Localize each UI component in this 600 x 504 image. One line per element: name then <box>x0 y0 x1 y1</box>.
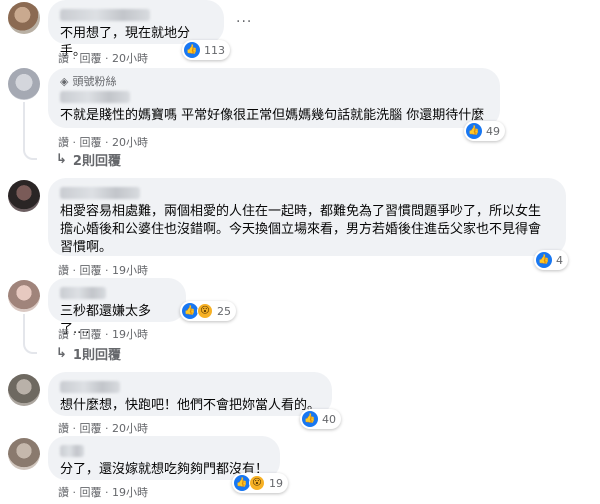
diamond-icon: ◈ <box>60 75 69 88</box>
wow-icon: 😮 <box>197 303 213 319</box>
commenter-name-redacted[interactable] <box>60 187 140 199</box>
reply-arrow-icon: ↳ <box>56 346 67 361</box>
avatar[interactable] <box>8 374 40 406</box>
comment-bubble: 想什麼想，快跑吧！他們不會把妳當人看的。 <box>48 372 332 416</box>
reaction-count-value: 19 <box>269 476 283 490</box>
avatar[interactable] <box>8 438 40 470</box>
like-icon: 👍 <box>184 42 200 58</box>
comment-bubble: ◈ 頭號粉絲 不就是賤性的媽寶嗎 平常好像很正常但媽媽幾句話就能洗腦 你還期待什… <box>48 68 500 128</box>
commenter-name-redacted[interactable] <box>60 91 130 103</box>
comment-text-line: 相愛容易相處難，兩個相愛的人住在一起時，都難免為了習慣問題爭吵了，所以女生 <box>60 204 542 219</box>
comment-text: 不就是賤性的媽寶嗎 平常好像很正常但媽媽幾句話就能洗腦 你還期待什麼 <box>60 108 485 123</box>
comment-bubble: 三秒都還嫌太多了.... <box>48 278 186 337</box>
avatar[interactable] <box>8 280 40 312</box>
more-options-icon[interactable]: ··· <box>236 14 252 30</box>
reaction-count-value: 49 <box>486 124 500 138</box>
reaction-count-value: 25 <box>217 304 231 318</box>
thread-line <box>23 102 37 160</box>
view-replies-link[interactable]: ↳ 1則回覆 <box>56 344 121 363</box>
like-icon: 👍 <box>536 252 552 268</box>
reaction-count[interactable]: 👍 😮 19 <box>232 473 288 493</box>
reaction-count[interactable]: 👍 49 <box>464 121 505 141</box>
comment-actions[interactable]: 讚 · 回覆 · 20小時 <box>58 50 148 66</box>
reply-arrow-icon: ↳ <box>56 152 67 167</box>
thread-line <box>23 314 37 354</box>
view-replies-link[interactable]: ↳ 2則回覆 <box>56 150 121 169</box>
comment-bubble: 不用想了，現在就地分手。 <box>48 0 224 59</box>
reaction-count-value: 4 <box>556 253 563 267</box>
comment-text-line: 習慣啊。 <box>60 240 113 255</box>
commenter-name-redacted[interactable] <box>60 381 120 393</box>
reaction-count-value: 40 <box>322 412 336 426</box>
comment-actions[interactable]: 讚 · 回覆 · 19小時 <box>58 484 148 500</box>
replies-label: 1則回覆 <box>72 348 121 363</box>
avatar[interactable] <box>8 180 40 212</box>
reaction-count-value: 113 <box>204 43 225 57</box>
reaction-count[interactable]: 👍 113 <box>182 40 230 60</box>
reaction-count[interactable]: 👍 😮 25 <box>180 301 236 321</box>
wow-icon: 😮 <box>249 475 265 491</box>
comment-actions[interactable]: 讚 · 回覆 · 20小時 <box>58 134 148 150</box>
comment-bubble: 相愛容易相處難，兩個相愛的人住在一起時，都難免為了習慣問題爭吵了，所以女生 擔心… <box>48 178 566 256</box>
comment-text: 想什麼想，快跑吧！他們不會把妳當人看的。 <box>60 398 321 413</box>
badge-label: 頭號粉絲 <box>72 75 117 88</box>
comment-actions[interactable]: 讚 · 回覆 · 19小時 <box>58 262 148 278</box>
commenter-name-redacted[interactable] <box>60 9 150 21</box>
avatar[interactable] <box>8 2 40 34</box>
like-icon: 👍 <box>302 411 318 427</box>
avatar[interactable] <box>8 68 40 100</box>
comment-actions[interactable]: 讚 · 回覆 · 20小時 <box>58 420 148 436</box>
comment-actions[interactable]: 讚 · 回覆 · 19小時 <box>58 326 148 342</box>
commenter-name-redacted[interactable] <box>60 445 84 457</box>
replies-label: 2則回覆 <box>72 154 121 169</box>
reaction-count[interactable]: 👍 40 <box>300 409 341 429</box>
reaction-count[interactable]: 👍 4 <box>534 250 568 270</box>
comment-text-line: 擔心婚後和公婆住也沒錯啊。今天換個立場來看，男方若婚後住進岳父家也不見得會 <box>60 222 542 237</box>
commenter-name-redacted[interactable] <box>60 287 106 299</box>
like-icon: 👍 <box>234 475 250 491</box>
like-icon: 👍 <box>466 123 482 139</box>
top-fan-badge[interactable]: ◈ 頭號粉絲 <box>60 75 488 89</box>
like-icon: 👍 <box>182 303 198 319</box>
